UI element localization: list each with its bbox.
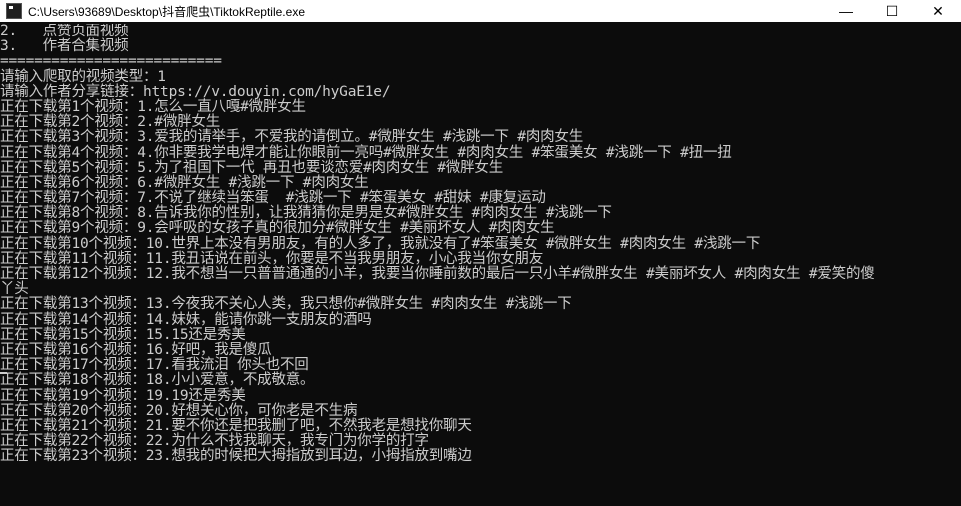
console-line: 正在下载第11个视频：11.我丑话说在前头，你要是不当我男朋友，小心我当你女朋友	[0, 250, 544, 267]
console-line: 正在下载第9个视频：9.会呼吸的女孩子真的很加分#微胖女生 #美丽坏女人 #肉肉…	[0, 220, 555, 237]
console-line: 正在下载第7个视频：7.不说了继续当笨蛋 #浅跳一下 #笨蛋美女 #甜妹 #康复…	[0, 190, 546, 207]
console-line: 正在下载第22个视频：22.为什么不找我聊天，我专门为你学的打字	[0, 433, 429, 450]
console-line: 正在下载第4个视频：4.你非要我学电焊才能让你眼前一亮吗#微胖女生 #肉肉女生 …	[0, 144, 732, 161]
window-controls: — ☐ ✕	[823, 0, 961, 22]
console-line: 正在下载第3个视频：3.爱我的请举手，不爱我的请倒立。#微胖女生 #浅跳一下 #…	[0, 129, 584, 146]
console-line: 正在下载第12个视频：12.我不想当一只普普通通的小羊，我要当你睡前数的最后一只…	[0, 266, 875, 282]
console-line: 正在下载第1个视频：1.怎么一直八嘎#微胖女生	[0, 98, 306, 115]
console-line: 正在下载第21个视频：21.要不你还是把我删了吧，不然我老是想找你聊天	[0, 417, 472, 434]
console-window: C:\Users\93689\Desktop\抖音爬虫\TiktokReptil…	[0, 0, 961, 506]
maximize-button[interactable]: ☐	[869, 0, 915, 22]
console-line: 正在下载第15个视频：15.15还是秀美	[0, 326, 246, 343]
console-line: 3. 作者合集视频	[0, 38, 129, 55]
console-line: 正在下载第19个视频：19.19还是秀美	[0, 387, 246, 404]
console-line: 正在下载第6个视频：6.#微胖女生 #浅跳一下 #肉肉女生	[0, 174, 369, 191]
title-bar[interactable]: C:\Users\93689\Desktop\抖音爬虫\TiktokReptil…	[0, 0, 961, 22]
minimize-button[interactable]: —	[823, 0, 869, 22]
console-line: 正在下载第14个视频：14.妹妹，能请你跳一支朋友的酒吗	[0, 311, 372, 328]
close-button[interactable]: ✕	[915, 0, 961, 22]
console-output[interactable]: 2. 点赞页面视频 3. 作者合集视频 ======================…	[0, 24, 961, 506]
text-cursor	[0, 372, 7, 374]
console-line: 正在下载第10个视频：10.世界上本没有男朋友，有的人多了，我就没有了#笨蛋美女…	[0, 235, 761, 252]
console-line: ==========================	[0, 53, 222, 70]
console-line: 请输入爬取的视频类型：1	[0, 68, 166, 85]
console-line: 2. 点赞页面视频	[0, 24, 129, 39]
console-line: 正在下载第20个视频：20.好想关心你，可你老是不生病	[0, 402, 358, 419]
console-line: 正在下载第5个视频：5.为了祖国下一代 再丑也要谈恋爱#肉肉女生 #微胖女生	[0, 159, 504, 176]
console-line: 请输入作者分享链接：https://v.douyin.com/hyGaE1e/	[0, 83, 391, 100]
console-line: 正在下载第16个视频：16.好吧，我是傻瓜	[0, 341, 272, 358]
window-title: C:\Users\93689\Desktop\抖音爬虫\TiktokReptil…	[28, 4, 305, 19]
console-line: 正在下载第13个视频：13.今夜我不关心人类，我只想你#微胖女生 #肉肉女生 #…	[0, 296, 572, 313]
console-app-icon	[6, 3, 22, 19]
console-line: 正在下载第23个视频：23.想我的时候把大拇指放到耳边，小拇指放到嘴边	[0, 448, 472, 465]
console-line: 正在下载第18个视频：18.小小爱意，不成敬意。	[0, 372, 315, 389]
